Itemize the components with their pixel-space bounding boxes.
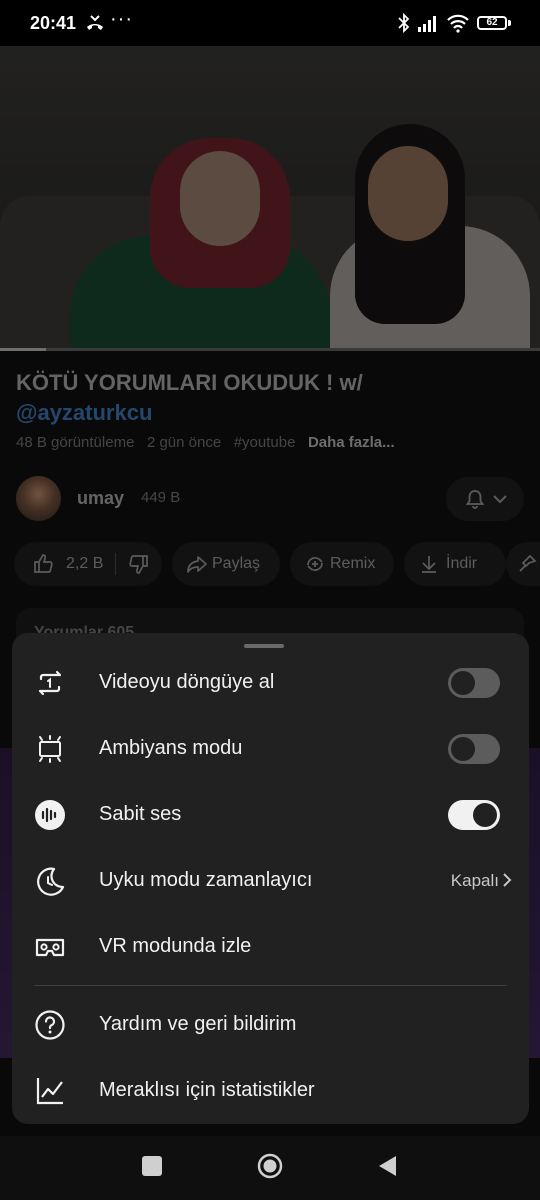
menu-item-label: Uyku modu zamanlayıcı: [99, 869, 313, 891]
sheet-handle[interactable]: [244, 644, 284, 648]
menu-item-help[interactable]: Yardım ve geri bildirim: [12, 992, 529, 1058]
menu-item-vr-mode[interactable]: VR modunda izle: [12, 914, 529, 980]
menu-item-label: Yardım ve geri bildirim: [99, 1013, 297, 1035]
back-button[interactable]: [376, 1154, 398, 1178]
menu-divider: [34, 985, 507, 986]
stable-volume-toggle[interactable]: [448, 800, 500, 830]
menu-item-stats[interactable]: Meraklısı için istatistikler: [12, 1058, 529, 1124]
menu-item-ambient-mode[interactable]: Ambiyans modu: [12, 716, 529, 782]
loop-icon: [38, 670, 62, 696]
wifi-icon: [447, 14, 469, 33]
toggle-knob: [451, 737, 475, 761]
settings-sheet: Videoyu döngüye al Ambiyans modu Sabit s…: [12, 633, 529, 1124]
menu-item-label: Meraklısı için istatistikler: [99, 1079, 315, 1101]
sleep-timer-value: Kapalı: [450, 871, 499, 890]
stats-icon: [36, 1078, 63, 1105]
signal-icon: [418, 16, 436, 32]
missed-call-icon: [87, 15, 103, 30]
battery-icon: 62: [477, 16, 507, 30]
status-time: 20:41: [30, 13, 77, 33]
menu-item-stable-volume[interactable]: Sabit ses: [12, 782, 529, 848]
toggle-knob: [473, 803, 497, 827]
menu-item-sleep-timer[interactable]: Uyku modu zamanlayıcı Kapalı: [12, 848, 529, 914]
menu-item-label: VR modunda izle: [99, 935, 252, 957]
menu-item-loop[interactable]: Videoyu döngüye al: [12, 650, 529, 716]
ambient-mode-icon: [39, 735, 61, 763]
loop-toggle[interactable]: [448, 668, 500, 698]
chevron-right-icon: [503, 873, 512, 887]
menu-item-label: Sabit ses: [99, 803, 182, 825]
recents-button[interactable]: [142, 1156, 162, 1176]
ambient-mode-toggle[interactable]: [448, 734, 500, 764]
bluetooth-icon: [398, 12, 410, 34]
sleep-timer-icon: [37, 867, 65, 896]
system-nav-bar: [0, 1136, 540, 1200]
status-bar: 20:41 ··· 62: [0, 0, 540, 46]
more-notifications-icon: ···: [110, 8, 133, 30]
vr-headset-icon: [35, 938, 65, 957]
home-button[interactable]: [256, 1152, 284, 1180]
stable-volume-icon: [35, 800, 65, 830]
toggle-knob: [451, 671, 475, 695]
menu-item-label: Ambiyans modu: [99, 737, 243, 759]
menu-item-label: Videoyu döngüye al: [99, 671, 275, 693]
help-icon: [35, 1010, 65, 1040]
battery-tip: [508, 20, 511, 26]
